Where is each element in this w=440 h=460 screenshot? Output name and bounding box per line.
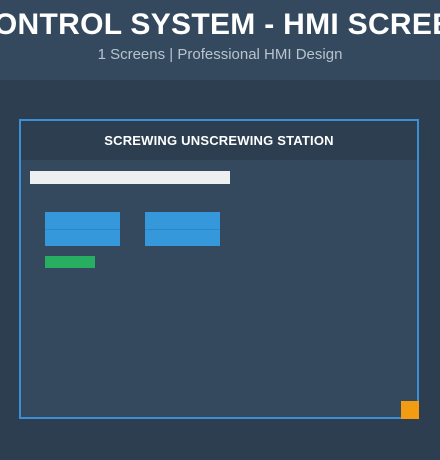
- page-header: L CONTROL SYSTEM - HMI SCREENS 1 Screens…: [0, 0, 440, 80]
- status-indicator: [45, 256, 95, 268]
- hmi-button-1[interactable]: [45, 212, 120, 246]
- screen-title: SCREWING UNSCREWING STATION: [104, 133, 334, 148]
- hmi-screen-panel: SCREWING UNSCREWING STATION: [19, 119, 419, 419]
- page-subtitle: 1 Screens | Professional HMI Design: [97, 46, 343, 63]
- corner-marker[interactable]: [401, 401, 419, 419]
- page-title: L CONTROL SYSTEM - HMI SCREENS: [0, 8, 440, 41]
- button-divider: [145, 229, 220, 230]
- hmi-button-2[interactable]: [145, 212, 220, 246]
- screen-title-bar: SCREWING UNSCREWING STATION: [21, 121, 417, 160]
- display-bar: [30, 171, 230, 184]
- button-divider: [45, 229, 120, 230]
- hmi-page: L CONTROL SYSTEM - HMI SCREENS 1 Screens…: [0, 0, 440, 460]
